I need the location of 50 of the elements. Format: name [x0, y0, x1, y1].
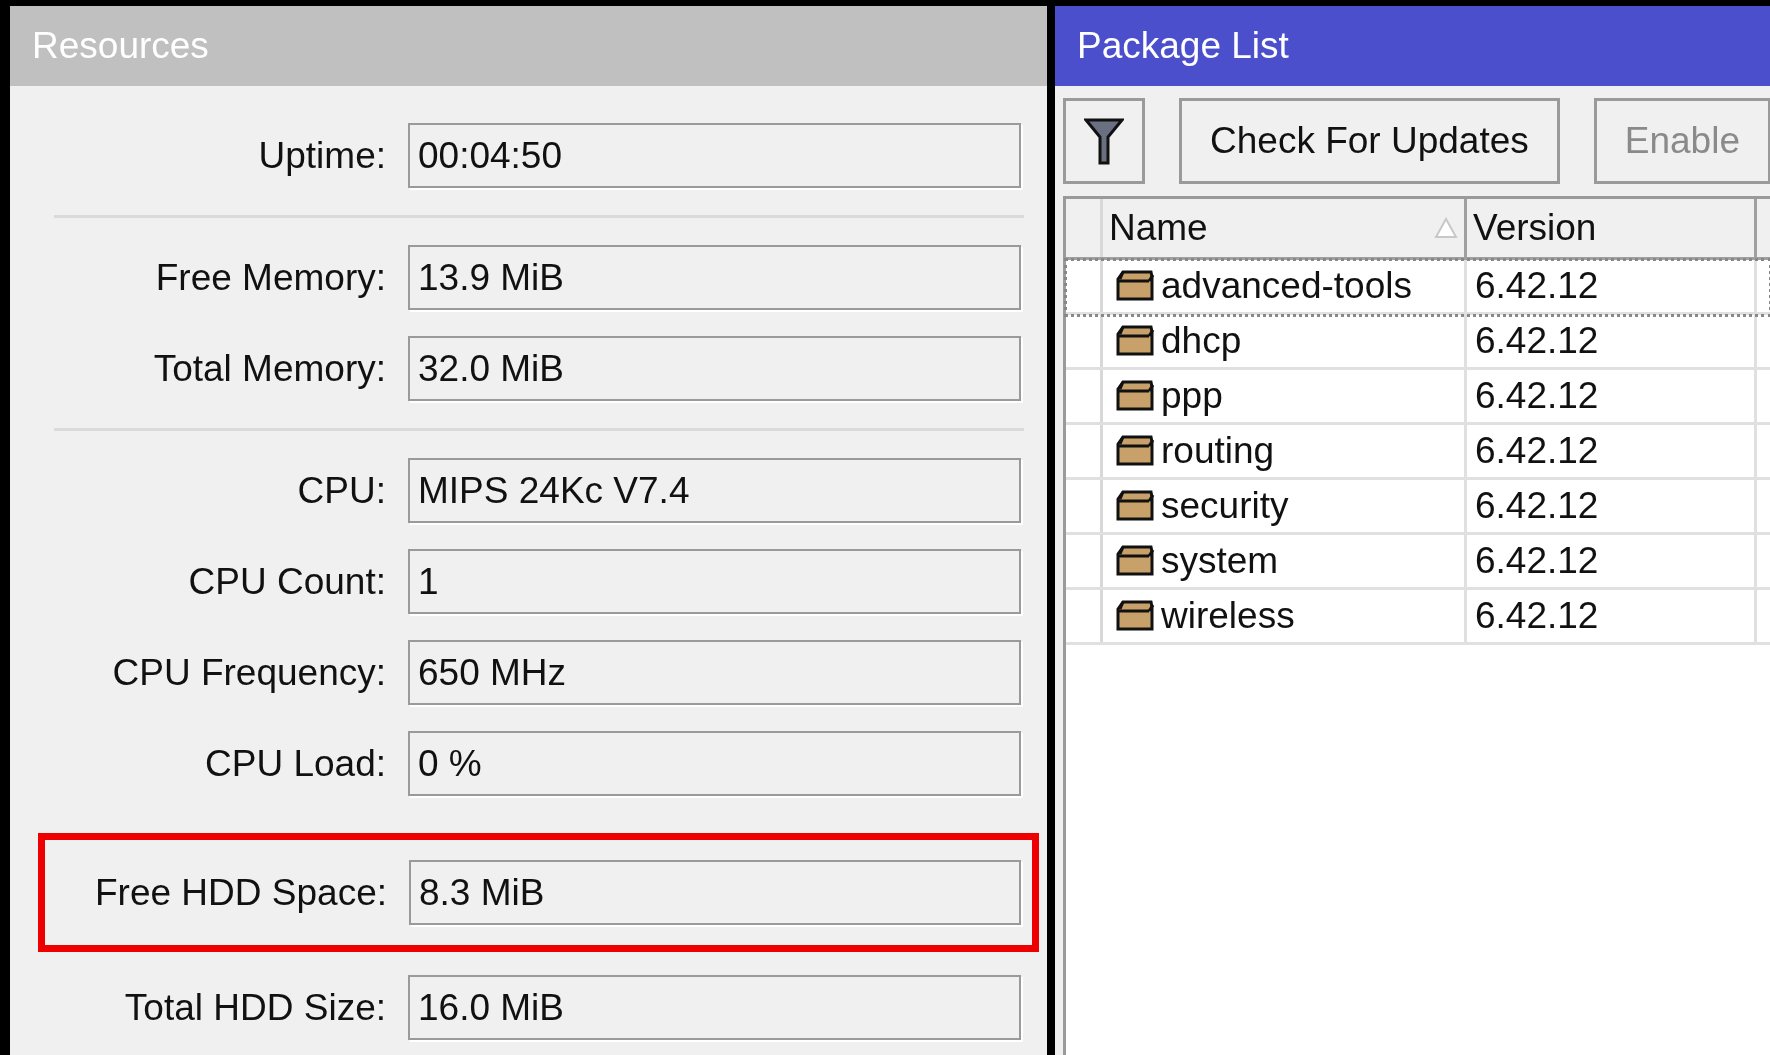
package-icon [1115, 544, 1155, 578]
field-label: Total HDD Size: [123, 986, 386, 1029]
package-name: dhcp [1161, 320, 1242, 362]
field-label: CPU Load: [204, 742, 386, 785]
package-version: 6.42.12 [1475, 375, 1599, 417]
sort-icon [1434, 217, 1458, 239]
toolbar-button[interactable]: Check For Updates [1179, 98, 1560, 184]
package-icon [1115, 489, 1155, 523]
package-name: advanced-tools [1161, 265, 1412, 307]
package-name: ppp [1161, 375, 1223, 417]
window-title: Package List [1055, 6, 1770, 86]
package-version: 6.42.12 [1475, 265, 1599, 307]
focused-row[interactable]: advanced-tools 6.42.12 [1066, 260, 1770, 315]
value-field[interactable]: 00:04:50 [408, 123, 1021, 188]
value-field[interactable]: 0 % [408, 731, 1021, 796]
field-label: CPU Frequency: [111, 651, 386, 694]
field-label: Free Memory: [154, 256, 386, 299]
package-version: 6.42.12 [1475, 430, 1599, 472]
package-version: 6.42.12 [1475, 320, 1599, 362]
field-label: Uptime: [257, 134, 386, 177]
package-name: routing [1161, 430, 1275, 472]
value-field[interactable]: 16.0 MiB [408, 975, 1021, 1040]
package-icon [1115, 379, 1155, 413]
package-icon [1115, 434, 1155, 468]
filter-button[interactable] [1063, 98, 1145, 184]
field-label: Free HDD Space: [94, 871, 387, 914]
value-field[interactable]: MIPS 24Kc V7.4 [408, 458, 1021, 523]
package-version: 6.42.12 [1475, 540, 1599, 582]
value-field[interactable]: 650 MHz [408, 640, 1021, 705]
package-icon [1115, 599, 1155, 633]
value-field[interactable]: 8.3 MiB [409, 860, 1021, 925]
column-header[interactable]: Version [1467, 199, 1757, 257]
filter-icon [1084, 117, 1124, 165]
window-title: Resources [10, 6, 1047, 86]
value-field[interactable]: 1 [408, 549, 1021, 614]
value-field[interactable]: 13.9 MiB [408, 245, 1021, 310]
package-icon [1115, 269, 1155, 303]
column-header[interactable]: Name [1103, 199, 1467, 257]
package-version: 6.42.12 [1475, 485, 1599, 527]
package-name: wireless [1161, 595, 1295, 637]
field-label: CPU Count: [187, 560, 386, 603]
value-field[interactable]: 32.0 MiB [408, 336, 1021, 401]
field-label: Total Memory: [152, 347, 386, 390]
package-version: 6.42.12 [1475, 595, 1599, 637]
package-name: system [1161, 540, 1279, 582]
column-label: Version [1473, 207, 1597, 249]
package-name: security [1161, 485, 1289, 527]
column-label: Name [1109, 207, 1208, 249]
package-icon [1115, 324, 1155, 358]
field-label: CPU: [296, 469, 386, 512]
